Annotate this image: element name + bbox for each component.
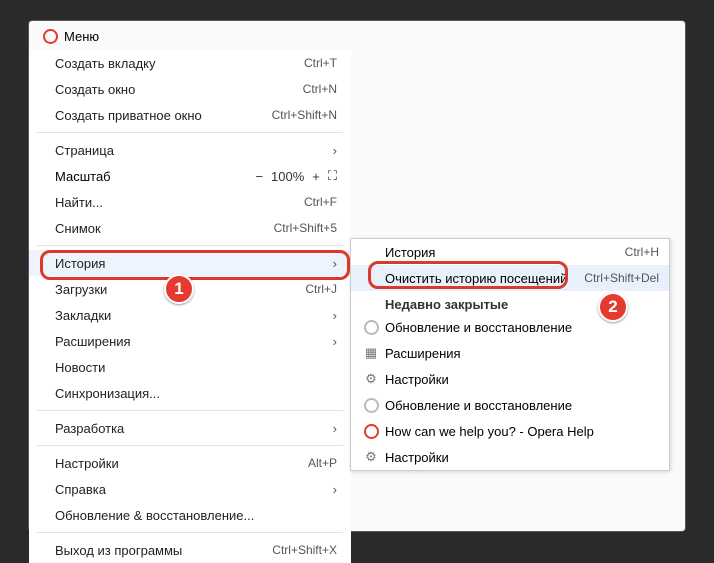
main-menu: Создать вкладку Ctrl+T Создать окно Ctrl… bbox=[29, 50, 351, 563]
menu-item-help[interactable]: Справка › bbox=[29, 476, 351, 502]
menu-header: Меню bbox=[29, 21, 685, 50]
submenu-item-settings-2[interactable]: ⚙ Настройки bbox=[351, 444, 669, 470]
chevron-right-icon: › bbox=[327, 143, 337, 158]
label: Обновление & восстановление... bbox=[55, 508, 337, 523]
shortcut: Ctrl+Shift+N bbox=[272, 108, 337, 122]
chevron-right-icon: › bbox=[327, 308, 337, 323]
fullscreen-icon[interactable]: ⛶ bbox=[328, 168, 337, 184]
shortcut: Ctrl+J bbox=[305, 282, 337, 296]
label: Обновление и восстановление bbox=[385, 398, 659, 413]
submenu-item-history[interactable]: История Ctrl+H bbox=[351, 239, 669, 265]
shortcut: Ctrl+Shift+X bbox=[272, 543, 337, 557]
menu-item-page[interactable]: Страница › bbox=[29, 137, 351, 163]
zoom-value: 100% bbox=[271, 169, 304, 184]
label: Расширения bbox=[385, 346, 659, 361]
label: Страница bbox=[55, 143, 321, 158]
shortcut: Ctrl+F bbox=[304, 195, 337, 209]
label: Закладки bbox=[55, 308, 321, 323]
menu-item-bookmarks[interactable]: Закладки › bbox=[29, 302, 351, 328]
separator bbox=[37, 445, 343, 446]
submenu-item-settings[interactable]: ⚙ Настройки bbox=[351, 366, 669, 392]
menu-title: Меню bbox=[64, 29, 99, 44]
chevron-right-icon: › bbox=[327, 334, 337, 349]
zoom-out-button[interactable]: − bbox=[255, 169, 263, 184]
label: История bbox=[55, 256, 321, 271]
menu-item-sync[interactable]: Синхронизация... bbox=[29, 380, 351, 406]
menu-item-settings[interactable]: Настройки Alt+P bbox=[29, 450, 351, 476]
label: How can we help you? - Opera Help bbox=[385, 424, 659, 439]
label: Синхронизация... bbox=[55, 386, 337, 401]
opera-logo-icon bbox=[361, 424, 381, 439]
opera-logo-icon bbox=[43, 29, 58, 44]
menu-item-new-window[interactable]: Создать окно Ctrl+N bbox=[29, 76, 351, 102]
label: Снимок bbox=[55, 221, 274, 236]
label: Новости bbox=[55, 360, 337, 375]
separator bbox=[37, 532, 343, 533]
label: Найти... bbox=[55, 195, 304, 210]
separator bbox=[37, 132, 343, 133]
annotation-badge-1: 1 bbox=[164, 274, 194, 304]
puzzle-icon: ▦ bbox=[361, 345, 381, 361]
menu-item-news[interactable]: Новости bbox=[29, 354, 351, 380]
shortcut: Ctrl+T bbox=[304, 56, 337, 70]
label: Очистить историю посещений bbox=[385, 271, 584, 286]
history-submenu: История Ctrl+H Очистить историю посещени… bbox=[350, 238, 670, 471]
shortcut: Alt+P bbox=[308, 456, 337, 470]
chevron-right-icon: › bbox=[327, 256, 337, 271]
submenu-item-update-restore-2[interactable]: Обновление и восстановление bbox=[351, 392, 669, 418]
opera-logo-icon bbox=[361, 320, 381, 335]
separator bbox=[37, 245, 343, 246]
menu-item-new-private-window[interactable]: Создать приватное окно Ctrl+Shift+N bbox=[29, 102, 351, 128]
label: Справка bbox=[55, 482, 321, 497]
menu-item-history[interactable]: История › bbox=[29, 250, 351, 276]
menu-item-extensions[interactable]: Расширения › bbox=[29, 328, 351, 354]
menu-item-new-tab[interactable]: Создать вкладку Ctrl+T bbox=[29, 50, 351, 76]
label: Расширения bbox=[55, 334, 321, 349]
shortcut: Ctrl+Shift+Del bbox=[584, 271, 659, 285]
submenu-item-extensions[interactable]: ▦ Расширения bbox=[351, 340, 669, 366]
label: Обновление и восстановление bbox=[385, 320, 659, 335]
label: Масштаб bbox=[55, 169, 255, 184]
label: Разработка bbox=[55, 421, 321, 436]
gear-icon: ⚙ bbox=[361, 371, 381, 387]
label: Настройки bbox=[385, 372, 659, 387]
menu-item-exit[interactable]: Выход из программы Ctrl+Shift+X bbox=[29, 537, 351, 563]
label: Настройки bbox=[55, 456, 308, 471]
chevron-right-icon: › bbox=[327, 421, 337, 436]
label: Создать приватное окно bbox=[55, 108, 272, 123]
label: Настройки bbox=[385, 450, 659, 465]
chevron-right-icon: › bbox=[327, 482, 337, 497]
label: История bbox=[385, 245, 625, 260]
label: Выход из программы bbox=[55, 543, 272, 558]
label: Создать окно bbox=[55, 82, 303, 97]
gear-icon: ⚙ bbox=[361, 449, 381, 465]
shortcut: Ctrl+N bbox=[303, 82, 337, 96]
annotation-badge-2: 2 bbox=[598, 292, 628, 322]
menu-item-update-restore[interactable]: Обновление & восстановление... bbox=[29, 502, 351, 528]
label: Создать вкладку bbox=[55, 56, 304, 71]
menu-item-zoom: Масштаб − 100% + ⛶ bbox=[29, 163, 351, 189]
menu-item-snapshot[interactable]: Снимок Ctrl+Shift+5 bbox=[29, 215, 351, 241]
shortcut: Ctrl+Shift+5 bbox=[274, 221, 337, 235]
menu-item-developer[interactable]: Разработка › bbox=[29, 415, 351, 441]
submenu-item-opera-help[interactable]: How can we help you? - Opera Help bbox=[351, 418, 669, 444]
submenu-item-clear-history[interactable]: Очистить историю посещений Ctrl+Shift+De… bbox=[351, 265, 669, 291]
menu-item-find[interactable]: Найти... Ctrl+F bbox=[29, 189, 351, 215]
shortcut: Ctrl+H bbox=[625, 245, 659, 259]
separator bbox=[37, 410, 343, 411]
zoom-in-button[interactable]: + bbox=[312, 169, 320, 184]
opera-logo-icon bbox=[361, 398, 381, 413]
